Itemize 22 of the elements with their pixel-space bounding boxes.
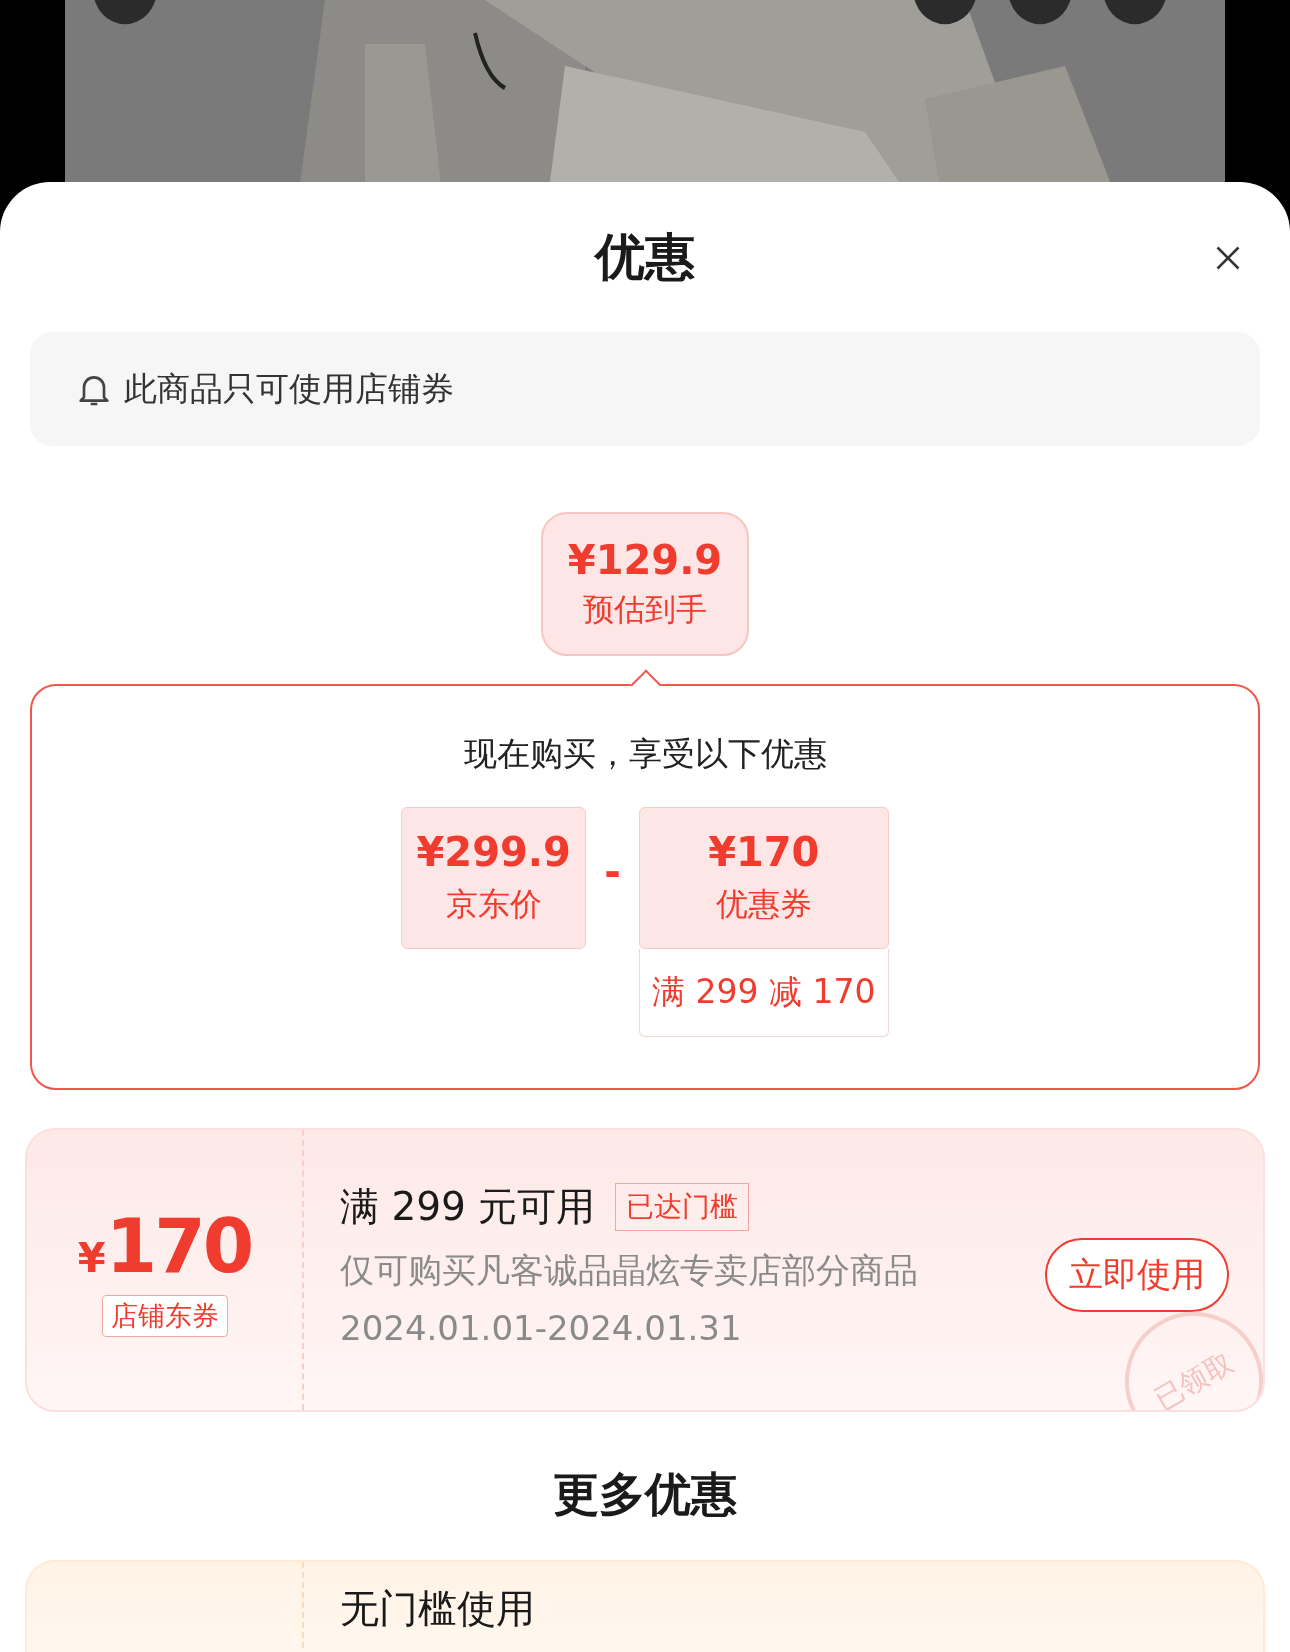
tile-price: ¥170 (708, 829, 820, 875)
section-title: 更多优惠 (552, 1466, 738, 1523)
tile-label: 优惠券 (715, 884, 812, 925)
status-tag: 已达门槛 (615, 1183, 750, 1231)
coupon-condition: 满 299 减 170 (638, 949, 889, 1037)
tile-label: 京东价 (445, 884, 542, 925)
sheet-title: 优惠 (595, 226, 695, 288)
coupon-description: 仅可购买凡客诚品晶炫专卖店部分商品 (340, 1249, 918, 1292)
close-icon (1214, 244, 1242, 272)
coupon-title: 无门槛使用 (340, 1585, 535, 1633)
coupon-title: 满 299 元可用 (340, 1183, 596, 1231)
coupon-amount: 170 (105, 1203, 252, 1289)
estimate-price: ¥129.9 (567, 537, 723, 583)
currency-sign: ¥ (77, 1235, 106, 1281)
estimate-label: 预估到手 (583, 590, 707, 629)
notice-text: 此商品只可使用店铺券 (124, 367, 454, 410)
coupon-type-tag: 店铺东券 (101, 1295, 228, 1337)
minus-sign: - (604, 849, 621, 895)
tile-price: ¥299.9 (416, 829, 571, 875)
coupon-validity: 2024.01.01-2024.01.31 (340, 1308, 743, 1348)
use-now-button[interactable]: 立即使用 (1045, 1238, 1229, 1312)
breakdown-heading: 现在购买，享受以下优惠 (463, 733, 827, 775)
